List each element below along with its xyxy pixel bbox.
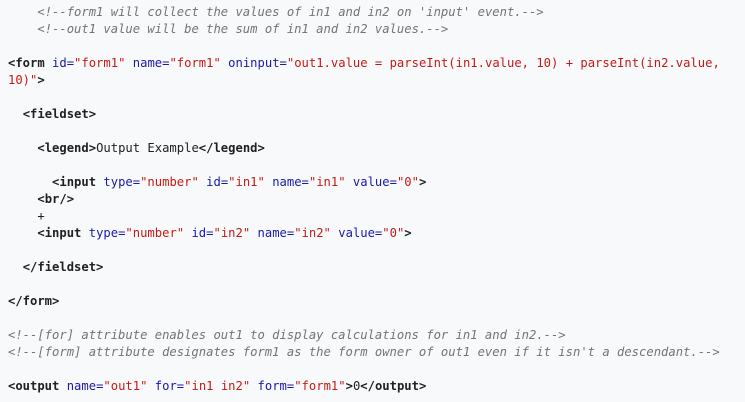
tag-output-open: <output bbox=[8, 379, 60, 393]
html-comment: <!--form1 will collect the values of in1… bbox=[37, 5, 544, 19]
plus-text: + bbox=[37, 209, 45, 223]
legend-text: Output Example bbox=[96, 141, 199, 155]
attr-for: for= bbox=[154, 379, 185, 393]
attr-oninput: oninput= bbox=[228, 56, 287, 70]
attr-value: 10)" bbox=[8, 73, 38, 87]
code-line: </form> bbox=[8, 293, 745, 310]
code-line: <!--out1 value will be the sum of in1 an… bbox=[8, 21, 745, 38]
attr-id: id= bbox=[52, 56, 75, 70]
tag-close-bracket: > bbox=[345, 379, 353, 393]
code-line: </fieldset> bbox=[8, 259, 745, 276]
tag-close-bracket: > bbox=[404, 226, 412, 240]
attr-value: "out1" bbox=[103, 379, 148, 393]
attr-value: "number" bbox=[140, 175, 199, 189]
tag-fieldset-open: <fieldset> bbox=[22, 107, 97, 121]
attr-value: "0" bbox=[382, 226, 405, 240]
tag-form-open: <form bbox=[8, 56, 45, 70]
attr-value: "out1.value = parseInt(in1.value, 10) + … bbox=[286, 56, 720, 70]
attr-value: "in1 in2" bbox=[184, 379, 251, 393]
attr-value: "form1" bbox=[169, 56, 221, 70]
attr-type: type= bbox=[103, 175, 141, 189]
attr-id: id= bbox=[206, 175, 229, 189]
code-block: <!--form1 will collect the values of in1… bbox=[0, 0, 745, 402]
html-comment: <!--[form] attribute designates form1 as… bbox=[8, 345, 720, 359]
tag-br: <br/> bbox=[37, 192, 75, 206]
attr-value: "0" bbox=[396, 175, 419, 189]
html-comment: <!--out1 value will be the sum of in1 an… bbox=[37, 22, 449, 36]
tag-form-close: </form> bbox=[8, 294, 60, 308]
code-line: <output name="out1" for="in1 in2" form="… bbox=[8, 378, 745, 395]
code-line: <!--form1 will collect the values of in1… bbox=[8, 4, 745, 21]
code-line: <fieldset> bbox=[8, 106, 745, 123]
tag-close-bracket: > bbox=[418, 175, 427, 189]
attr-value: "in1" bbox=[228, 175, 265, 189]
attr-value-name: value= bbox=[338, 226, 383, 240]
tag-close-bracket: > bbox=[37, 73, 45, 87]
code-line: <!--[form] attribute designates form1 as… bbox=[8, 344, 745, 361]
code-line: <input type="number" id="in1" name="in1"… bbox=[8, 174, 745, 191]
code-line: <input type="number" id="in2" name="in2"… bbox=[8, 225, 745, 242]
attr-value: "form1" bbox=[294, 379, 346, 393]
tag-input: <input bbox=[52, 175, 97, 189]
tag-output-close: </output> bbox=[360, 379, 427, 393]
code-line: <legend>Output Example</legend> bbox=[8, 140, 745, 157]
tag-input: <input bbox=[37, 226, 82, 240]
tag-legend-close: </legend> bbox=[198, 141, 265, 155]
attr-name: name= bbox=[66, 379, 104, 393]
attr-value-name: value= bbox=[352, 175, 397, 189]
html-comment: <!--[for] attribute enables out1 to disp… bbox=[8, 328, 566, 342]
attr-type: type= bbox=[88, 226, 126, 240]
attr-name: name= bbox=[132, 56, 170, 70]
attr-value: "form1" bbox=[74, 56, 126, 70]
attr-id: id= bbox=[191, 226, 214, 240]
code-line: 10)"> bbox=[8, 72, 745, 89]
attr-form: form= bbox=[257, 379, 295, 393]
tag-fieldset-close: </fieldset> bbox=[22, 260, 104, 274]
attr-name: name= bbox=[257, 226, 295, 240]
code-line: <br/> bbox=[8, 191, 745, 208]
attr-value: "in1" bbox=[308, 175, 346, 189]
attr-name: name= bbox=[272, 175, 309, 189]
attr-value: "in2" bbox=[213, 226, 251, 240]
attr-value: "in2" bbox=[294, 226, 331, 240]
code-line: + bbox=[8, 208, 745, 225]
tag-legend-open: <legend> bbox=[37, 141, 97, 155]
attr-value: "number" bbox=[125, 226, 185, 240]
code-line: <form id="form1" name="form1" oninput="o… bbox=[8, 55, 745, 72]
code-line: <!--[for] attribute enables out1 to disp… bbox=[8, 327, 745, 344]
